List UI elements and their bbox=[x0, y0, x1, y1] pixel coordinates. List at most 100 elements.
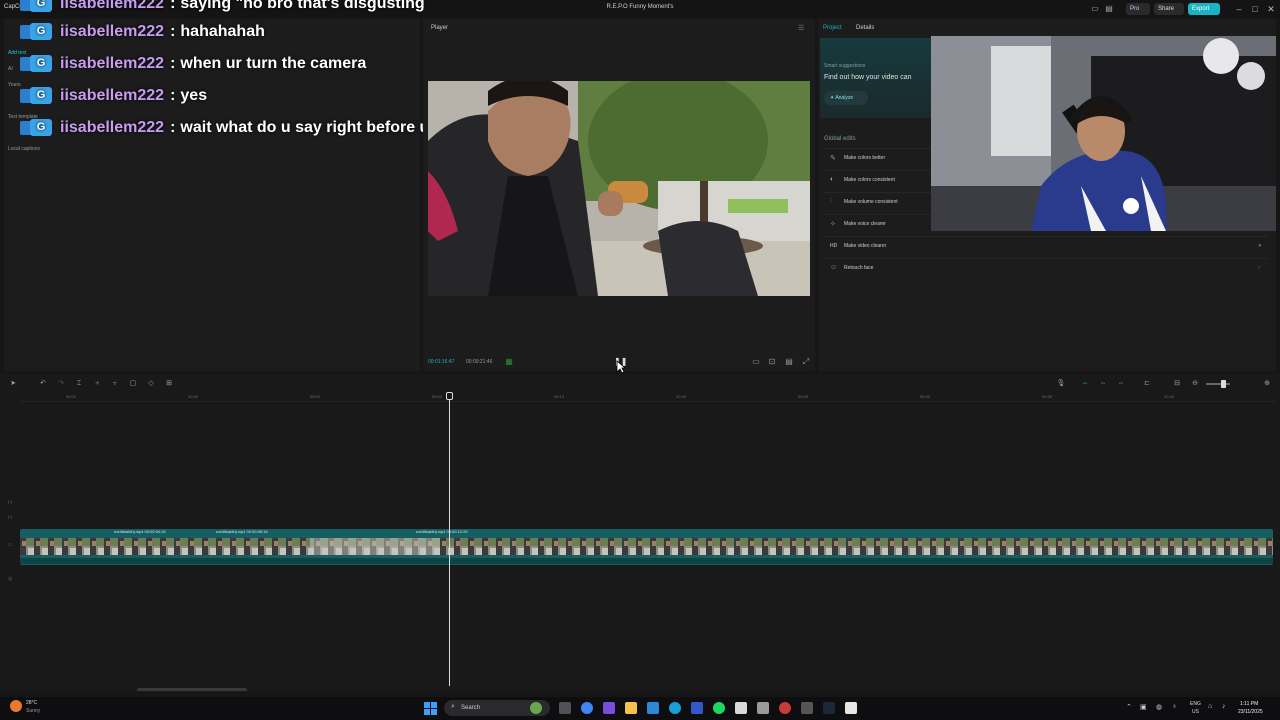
chat-text: yes bbox=[180, 87, 208, 104]
split-icon[interactable]: ⌶ bbox=[74, 379, 84, 389]
ruler-label: 00:03 bbox=[432, 394, 443, 399]
analyze-button[interactable]: ✦ Analyze bbox=[824, 91, 868, 105]
left-item-yours[interactable]: Yours bbox=[8, 82, 21, 88]
playhead-handle[interactable] bbox=[446, 392, 453, 400]
link-icon[interactable]: ⇔ bbox=[1080, 379, 1090, 389]
weather-description[interactable]: Sunny bbox=[26, 708, 40, 714]
track-hide-icon[interactable]: ⊓ bbox=[8, 515, 12, 521]
track-cover-icon[interactable]: ◎ bbox=[8, 576, 12, 582]
ruler-label: 00:00 bbox=[66, 394, 77, 399]
magnet-icon[interactable]: ⇔ bbox=[1098, 379, 1108, 389]
capcut-taskbar-icon[interactable] bbox=[735, 702, 747, 714]
layout-icon[interactable]: ▭ bbox=[1090, 4, 1100, 14]
minimize-icon[interactable]: – bbox=[1232, 2, 1246, 16]
volume-icon: ⫶ bbox=[830, 197, 832, 205]
panel-icon[interactable]: ▤ bbox=[1104, 4, 1114, 14]
undo-icon[interactable]: ↶ bbox=[38, 379, 48, 389]
redo-icon[interactable]: ↷ bbox=[56, 379, 66, 389]
chat-separator: : bbox=[170, 87, 176, 104]
export-button[interactable]: Export bbox=[1188, 3, 1220, 15]
capcut-active-icon[interactable] bbox=[845, 702, 857, 714]
teams-icon[interactable] bbox=[603, 702, 615, 714]
tab-project[interactable]: Project bbox=[823, 25, 842, 31]
edge-icon[interactable] bbox=[669, 702, 681, 714]
steam-icon[interactable] bbox=[823, 702, 835, 714]
marker-icon[interactable]: ◇ bbox=[146, 379, 156, 389]
split-left-icon[interactable]: ⫞ bbox=[92, 379, 102, 389]
mic-icon[interactable]: 🎙 bbox=[1056, 379, 1066, 389]
search-highlight-icon bbox=[530, 702, 542, 714]
weather-sun-icon[interactable] bbox=[10, 700, 22, 712]
chat-separator: : bbox=[170, 55, 176, 72]
keyboard-layout[interactable]: US bbox=[1192, 709, 1199, 715]
weather-temperature[interactable]: 28°C bbox=[26, 700, 37, 706]
track-audio-icon[interactable]: ▭ bbox=[8, 542, 13, 548]
spotify-icon[interactable] bbox=[713, 702, 725, 714]
delete-icon[interactable]: ▢ bbox=[128, 379, 138, 389]
zoom-in-icon[interactable]: ⊕ bbox=[1262, 379, 1272, 389]
timeline-ruler[interactable] bbox=[20, 401, 1276, 402]
wand-icon: ✎ bbox=[830, 154, 836, 162]
app-icon[interactable] bbox=[801, 702, 813, 714]
file-explorer-icon[interactable] bbox=[625, 702, 637, 714]
select-tool-icon[interactable]: ➤ bbox=[8, 379, 18, 389]
zoom-slider-handle[interactable] bbox=[1221, 380, 1226, 388]
chat-text: when ur turn the camera bbox=[180, 55, 367, 72]
global-edit-video-clearer[interactable]: HD Make video clearer ● bbox=[824, 236, 1268, 254]
zoom-out-icon[interactable]: ⊖ bbox=[1190, 379, 1200, 389]
track-lock-icon[interactable]: ⊓ bbox=[8, 500, 12, 506]
calculator-icon[interactable] bbox=[757, 702, 769, 714]
video-preview[interactable] bbox=[428, 81, 810, 296]
global-edit-label: Make video clearer bbox=[844, 242, 887, 249]
screen-icon[interactable]: ⊟ bbox=[1172, 379, 1182, 389]
app-icon[interactable] bbox=[691, 702, 703, 714]
chrome-icon[interactable] bbox=[581, 702, 593, 714]
playhead[interactable] bbox=[449, 396, 450, 686]
subscriber-badge-icon: G bbox=[20, 118, 54, 138]
left-item-local-captions[interactable]: Local captions bbox=[8, 146, 40, 152]
smart-suggestions-description: Find out how your video can bbox=[824, 74, 912, 81]
media-icon[interactable] bbox=[779, 702, 791, 714]
timecode-icon[interactable]: ▦ bbox=[504, 357, 514, 366]
caption-icon[interactable]: ⊏ bbox=[1142, 379, 1152, 389]
clock-date[interactable]: 23/11/2025 bbox=[1238, 709, 1263, 715]
subscriber-badge-icon: G bbox=[20, 86, 54, 106]
maximize-icon[interactable]: □ bbox=[1248, 2, 1262, 16]
cursor-shape bbox=[616, 360, 627, 374]
ratio-icon[interactable]: ▭ bbox=[751, 357, 761, 366]
preview-axis-icon[interactable]: ⇔ bbox=[1116, 379, 1126, 389]
split-right-icon[interactable]: ⫟ bbox=[110, 379, 120, 389]
tray-app-icon[interactable]: ▣ bbox=[1140, 703, 1147, 711]
tab-details[interactable]: Details bbox=[856, 25, 874, 31]
crop-icon[interactable]: ⊞ bbox=[164, 379, 174, 389]
close-icon[interactable]: ✕ bbox=[1264, 2, 1278, 16]
volume-icon[interactable]: ♪ bbox=[1222, 703, 1226, 710]
chat-username: iisabellem222 bbox=[60, 87, 165, 104]
chat-separator: : bbox=[170, 23, 176, 40]
windows-logo bbox=[424, 702, 437, 715]
store-icon[interactable] bbox=[647, 702, 659, 714]
global-edit-retouch-face[interactable]: ☺ Retouch face › bbox=[824, 258, 1268, 276]
windows-start-icon[interactable] bbox=[424, 702, 437, 715]
mic-tray-icon[interactable]: ♁ bbox=[1172, 703, 1177, 710]
zoom-slider[interactable] bbox=[1206, 383, 1230, 385]
ruler-label: 00:40 bbox=[1164, 394, 1175, 399]
chevron-up-icon[interactable]: ⌃ bbox=[1126, 703, 1132, 711]
task-view-icon[interactable] bbox=[559, 702, 571, 714]
subscriber-badge-icon: G bbox=[20, 0, 54, 14]
fullscreen-icon[interactable]: ⤢ bbox=[801, 357, 811, 366]
language-indicator[interactable]: ENG bbox=[1190, 701, 1201, 707]
search-icon: ⌕ bbox=[451, 703, 455, 710]
left-item-ai[interactable]: AI bbox=[8, 66, 13, 72]
clock-time[interactable]: 1:11 PM bbox=[1240, 701, 1258, 707]
share-button[interactable]: Share bbox=[1154, 3, 1184, 15]
timeline-scrollbar[interactable] bbox=[137, 688, 247, 691]
menu-icon[interactable]: ☰ bbox=[798, 24, 804, 32]
zoom-fit-icon[interactable]: ⊡ bbox=[767, 357, 777, 366]
quality-icon[interactable]: ▤ bbox=[784, 357, 794, 366]
chat-text: hahahahah bbox=[180, 23, 265, 40]
pro-button[interactable]: Pro bbox=[1126, 3, 1150, 15]
tray-app-icon[interactable]: ◍ bbox=[1156, 703, 1162, 711]
network-icon[interactable]: ⌂ bbox=[1208, 703, 1212, 710]
global-edits-title: Global edits bbox=[824, 136, 856, 142]
